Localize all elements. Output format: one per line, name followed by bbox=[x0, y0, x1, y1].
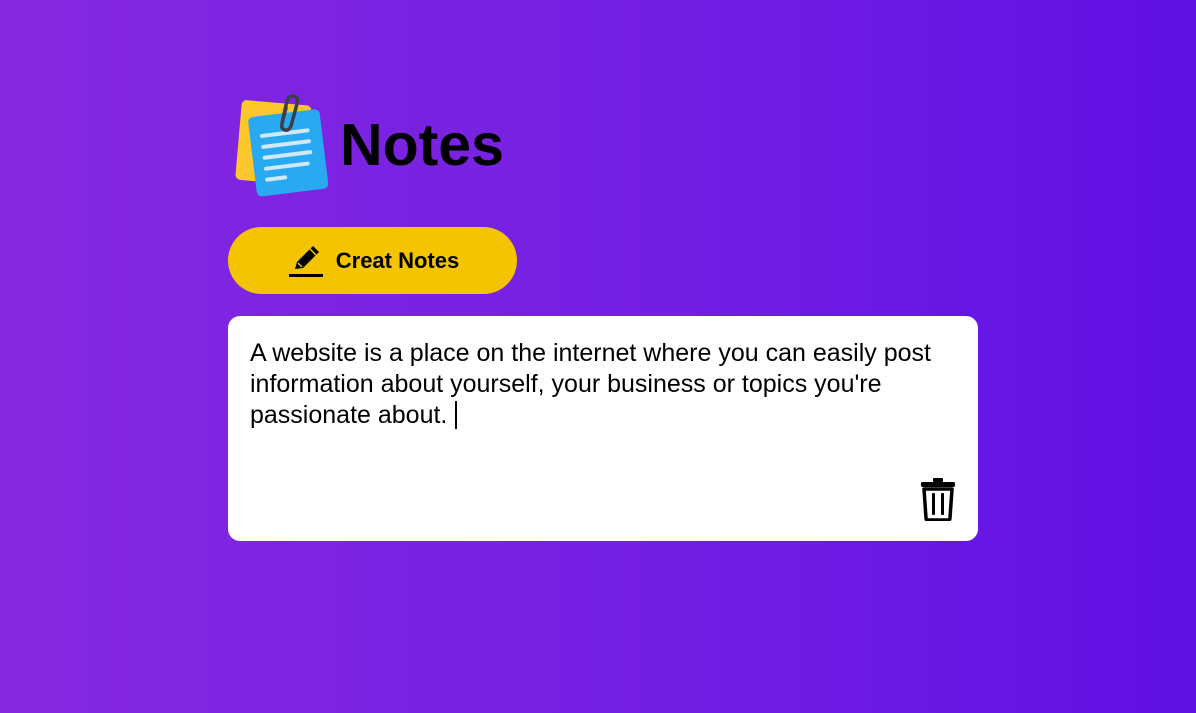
page-title: Notes bbox=[340, 112, 504, 178]
create-note-button[interactable]: Creat Notes bbox=[228, 227, 517, 294]
note-input[interactable]: A website is a place on the internet whe… bbox=[250, 338, 950, 431]
note-text: A website is a place on the internet whe… bbox=[250, 339, 931, 429]
delete-note-button[interactable] bbox=[920, 477, 956, 522]
notes-app: Notes Creat Notes A website is a place o… bbox=[228, 92, 978, 541]
pencil-icon bbox=[286, 242, 324, 280]
trash-icon bbox=[920, 478, 956, 525]
app-header: Notes bbox=[232, 92, 978, 198]
create-note-label: Creat Notes bbox=[335, 247, 460, 273]
note-card: A website is a place on the internet whe… bbox=[228, 316, 978, 541]
text-cursor bbox=[455, 401, 458, 429]
sticky-notes-icon bbox=[232, 93, 330, 197]
